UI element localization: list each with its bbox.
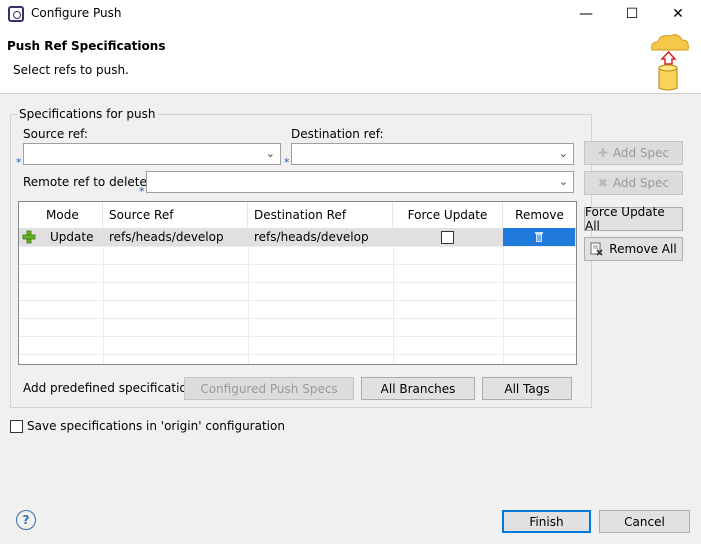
destination-ref-label: Destination ref:	[291, 127, 384, 141]
row-source-ref: refs/heads/develop	[109, 230, 224, 244]
row-divider	[19, 246, 576, 247]
source-ref-label: Source ref:	[23, 127, 88, 141]
column-header-destination-ref[interactable]: Destination Ref	[248, 202, 393, 227]
all-tags-button[interactable]: All Tags	[482, 377, 572, 400]
column-header-mode[interactable]: Mode	[19, 202, 103, 227]
eclipse-app-icon	[8, 6, 24, 22]
page-title: Push Ref Specifications	[7, 39, 166, 53]
group-title: Specifications for push	[17, 107, 158, 121]
row-divider	[19, 300, 576, 301]
ref-spec-table[interactable]: Mode Source Ref Destination Ref Force Up…	[18, 201, 577, 365]
title-bar: Configure Push — ☐ ✕	[0, 0, 701, 28]
trash-icon	[535, 232, 543, 242]
source-ref-combo[interactable]: ⌄	[23, 143, 281, 165]
row-destination-ref: refs/heads/develop	[254, 230, 369, 244]
column-divider	[248, 227, 249, 364]
plus-icon: ✚	[597, 146, 608, 160]
remove-all-icon	[590, 242, 603, 256]
close-button[interactable]: ✕	[655, 0, 701, 28]
remote-ref-delete-combo[interactable]: ⌄	[146, 171, 574, 193]
row-divider	[19, 336, 576, 337]
add-delete-spec-button[interactable]: ✖ Add Spec	[584, 171, 683, 195]
force-update-all-button[interactable]: Force Update All	[584, 205, 683, 233]
row-divider	[19, 282, 576, 283]
all-branches-button[interactable]: All Branches	[361, 377, 475, 400]
save-spec-checkbox[interactable]	[10, 420, 23, 433]
column-header-force-update[interactable]: Force Update	[393, 202, 503, 227]
column-divider	[393, 227, 394, 364]
table-row[interactable]: Update refs/heads/develop refs/heads/dev…	[19, 228, 576, 246]
row-divider	[19, 264, 576, 265]
minimize-button[interactable]: —	[563, 0, 609, 28]
row-divider	[19, 354, 576, 355]
remote-ref-delete-label: Remote ref to delete:	[23, 175, 151, 189]
column-header-remove[interactable]: Remove	[503, 202, 576, 227]
column-header-source-ref[interactable]: Source Ref	[103, 202, 248, 227]
row-divider	[19, 318, 576, 319]
remove-all-button[interactable]: Remove All	[584, 237, 683, 261]
destination-ref-combo[interactable]: ⌄	[291, 143, 574, 165]
chevron-down-icon: ⌄	[265, 147, 275, 160]
required-marker: *	[284, 156, 290, 169]
push-to-cloud-icon	[651, 34, 689, 91]
cancel-button[interactable]: Cancel	[599, 510, 690, 533]
column-divider	[503, 227, 504, 364]
required-marker: *	[139, 185, 145, 198]
finish-button[interactable]: Finish	[502, 510, 591, 533]
row-mode: Update	[50, 230, 94, 244]
force-update-checkbox[interactable]	[441, 228, 454, 246]
add-spec-button[interactable]: ✚ Add Spec	[584, 141, 683, 165]
required-marker: *	[16, 156, 22, 169]
remove-cell[interactable]	[503, 228, 575, 246]
page-subtitle: Select refs to push.	[13, 63, 129, 77]
predefined-spec-label: Add predefined specification	[23, 381, 195, 395]
wizard-header: Push Ref Specifications Select refs to p…	[0, 28, 701, 94]
x-icon: ✖	[597, 176, 608, 190]
chevron-down-icon: ⌄	[558, 147, 568, 160]
plus-icon	[22, 228, 36, 246]
configured-push-specs-button[interactable]: Configured Push Specs	[184, 377, 354, 400]
chevron-down-icon: ⌄	[558, 175, 568, 188]
maximize-button[interactable]: ☐	[609, 0, 655, 28]
save-spec-label[interactable]: Save specifications in 'origin' configur…	[27, 419, 285, 433]
column-divider	[103, 227, 104, 364]
help-icon[interactable]: ?	[16, 510, 36, 530]
window-title: Configure Push	[31, 6, 122, 20]
